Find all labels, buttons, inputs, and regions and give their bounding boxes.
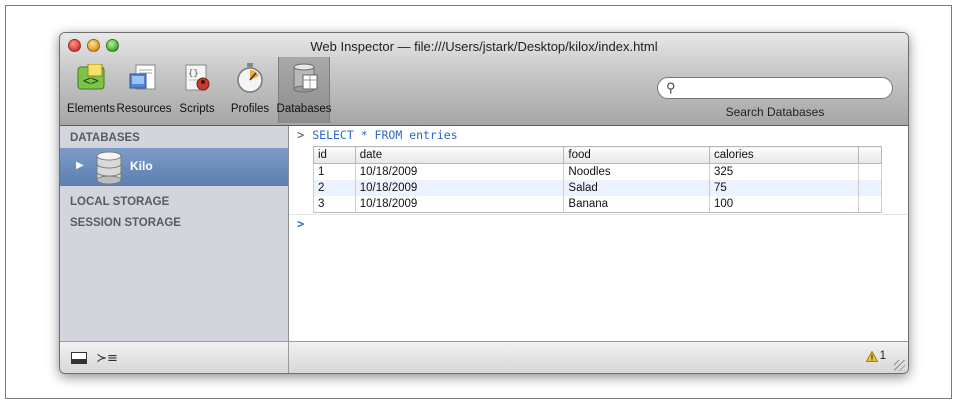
table-cell: 10/18/2009 [354,180,565,196]
console-input-prompt[interactable]: > [297,217,304,231]
sidebar-header-databases: DATABASES [70,132,140,144]
console-icon: ≻≡ [96,350,118,366]
table-cell: 100 [708,196,859,213]
toolbar-scripts-button[interactable]: {} Scripts [172,59,222,123]
inspector-toolbar: <> Elements Resources {} Scripts Profile… [66,57,333,123]
table-row[interactable]: 3 10/18/2009 Banana 100 [313,196,883,213]
resize-grip[interactable] [894,360,905,371]
search-icon: ⚲ [666,80,676,95]
table-cell: Noodles [563,163,710,180]
window-title: Web Inspector — file:///Users/jstark/Des… [310,39,658,54]
table-cell: 1 [313,163,356,180]
column-header[interactable]: date [354,146,565,164]
sidebar-item-label: Kilo [130,159,153,173]
warning-count: 1 [879,350,886,362]
dock-toggle-button[interactable] [68,349,90,367]
table-row[interactable]: 2 10/18/2009 Salad 75 [313,180,883,196]
table-cell: 10/18/2009 [354,196,565,213]
query-results-table: id date food calories 1 10/18/2009 Noodl… [313,146,883,213]
column-header[interactable]: calories [708,146,859,164]
table-cell: 75 [708,180,859,196]
toolbar-label: Profiles [230,103,270,115]
column-header[interactable]: id [313,146,356,164]
sidebar: DATABASES ▶ Kilo LOCAL STORAGE SESSION S… [60,126,289,341]
table-cell: 325 [708,163,859,180]
column-header-filler [857,146,883,164]
search-label: Search Databases [725,105,825,119]
table-header-row: id date food calories [313,146,883,164]
toolbar-label: Databases [276,103,332,115]
table-cell: 3 [313,196,356,213]
status-bar-left: ≻≡ [60,342,289,373]
svg-text:<>: <> [83,74,99,89]
toolbar-elements-button[interactable]: <> Elements [66,59,116,123]
sql-query-text: SELECT * FROM entries [312,128,458,142]
table-cell-filler [857,163,883,180]
toolbar-label: Scripts [179,103,215,115]
table-cell-filler [857,180,883,196]
warning-indicator[interactable]: 1 [865,350,886,362]
elements-icon: <> [74,61,108,95]
disclosure-triangle-icon[interactable]: ▶ [76,160,84,171]
console-prompt: > [297,128,305,142]
sidebar-item-kilo[interactable]: ▶ Kilo [60,148,288,186]
table-cell: Banana [563,196,710,213]
web-inspector-window: Web Inspector — file:///Users/jstark/Des… [59,32,909,374]
table-cell: Salad [563,180,710,196]
toolbar-label: Elements [67,103,115,115]
console-toggle-button[interactable]: ≻≡ [96,349,118,367]
search-databases-field[interactable]: ⚲ [657,77,893,99]
table-cell: 10/18/2009 [354,163,565,180]
status-bar: ≻≡ 1 [60,341,908,373]
toolbar-profiles-button[interactable]: Profiles [225,59,275,123]
sidebar-item-local-storage[interactable]: LOCAL STORAGE [60,196,169,208]
table-row[interactable]: 1 10/18/2009 Noodles 325 [313,163,883,180]
resources-icon [127,61,161,95]
dock-icon [71,352,87,364]
svg-text:{}: {} [188,69,199,79]
scripts-icon: {} [180,61,214,95]
sidebar-item-session-storage[interactable]: SESSION STORAGE [60,217,181,229]
column-header[interactable]: food [563,146,710,164]
title-toolbar: Web Inspector — file:///Users/jstark/Des… [60,33,908,126]
database-icon [94,151,124,190]
toolbar-resources-button[interactable]: Resources [116,59,172,123]
database-search: ⚲ Search Databases [657,77,893,119]
query-line: > SELECT * FROM entries [297,128,458,142]
toolbar-databases-button[interactable]: Databases [276,57,332,123]
toolbar-label: Resources [116,103,172,115]
console-divider [289,214,908,215]
table-cell-filler [857,196,883,213]
database-console[interactable]: > SELECT * FROM entries id date food calo… [289,126,908,341]
table-cell: 2 [313,180,356,196]
databases-icon [287,61,321,95]
warning-icon [865,350,878,362]
profiles-icon [233,61,267,95]
